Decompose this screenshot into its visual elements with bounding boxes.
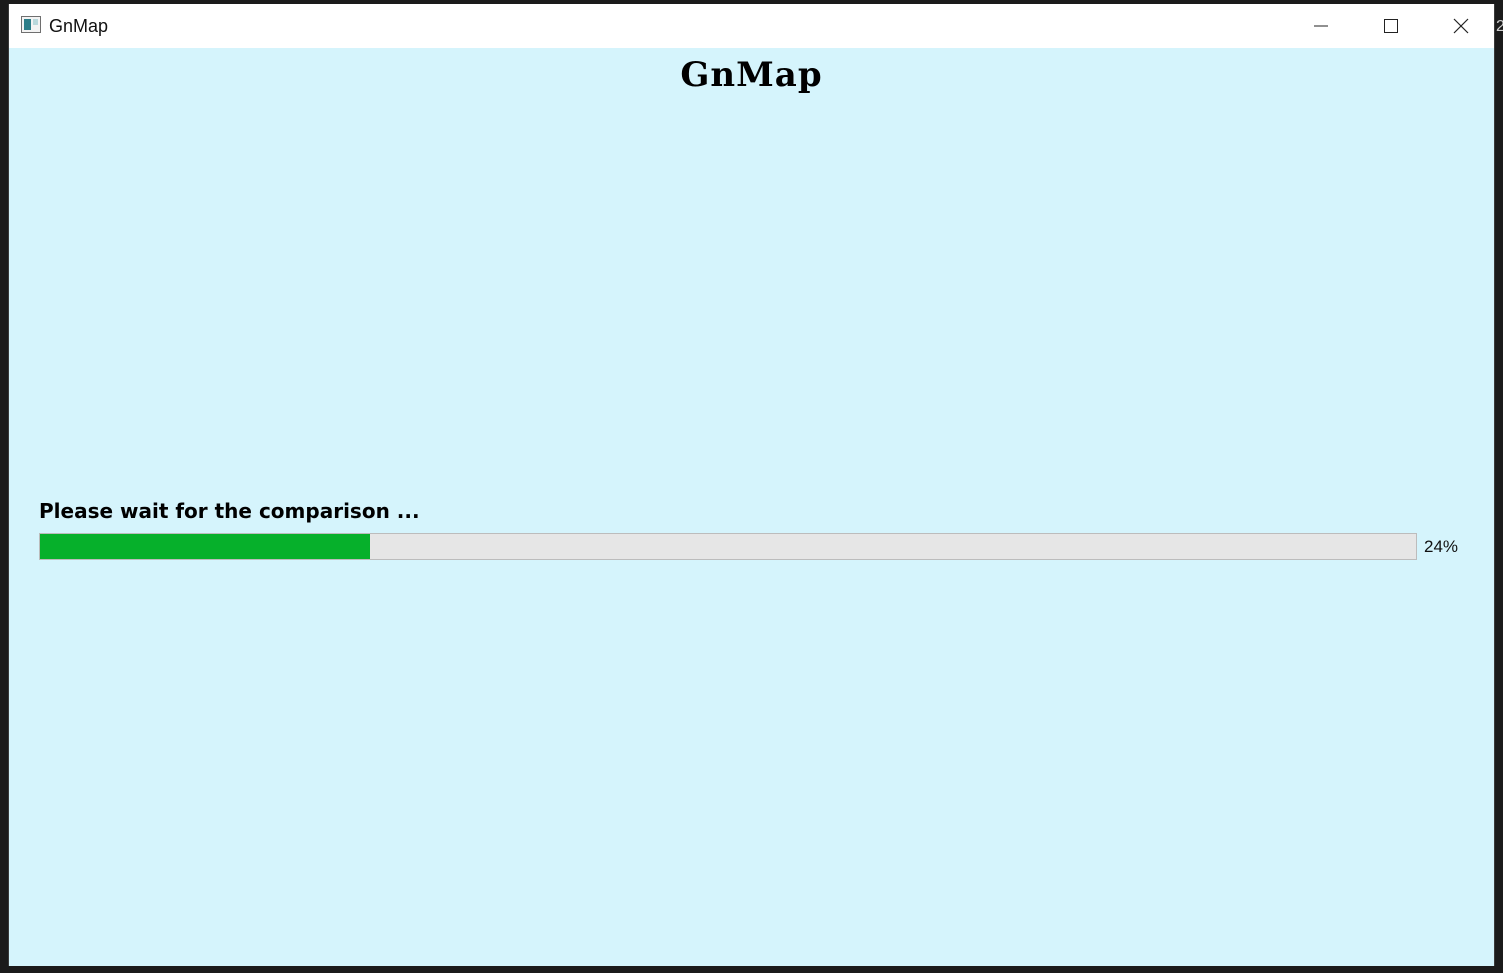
page-title: GnMap — [680, 55, 823, 95]
progress-bar — [39, 533, 1417, 560]
window-title: GnMap — [49, 16, 109, 36]
status-label: Please wait for the comparison ... — [39, 499, 420, 523]
progress-percent-text: 24% — [1424, 537, 1459, 556]
edge-text-fragment: 2 — [1496, 18, 1503, 35]
app-window: GnMap GnMap Please wait for the comparis… — [8, 4, 1495, 966]
close-icon — [1453, 18, 1469, 34]
maximize-button[interactable] — [1356, 4, 1426, 48]
close-button[interactable] — [1426, 4, 1496, 48]
progress-bar-fill — [40, 534, 371, 559]
maximize-icon — [1384, 19, 1398, 33]
app-icon — [21, 16, 41, 33]
minimize-icon — [1314, 25, 1328, 27]
minimize-button[interactable] — [1286, 4, 1356, 48]
title-bar[interactable]: GnMap — [9, 4, 1494, 48]
